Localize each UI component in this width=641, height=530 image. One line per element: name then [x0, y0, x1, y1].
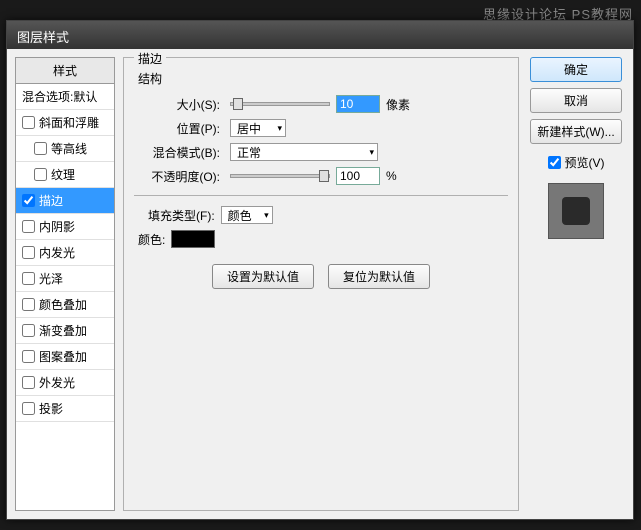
opacity-label: 不透明度(O):: [134, 168, 224, 185]
stroke-legend: 描边: [134, 50, 166, 67]
style-checkbox[interactable]: [22, 376, 35, 389]
style-checkbox[interactable]: [34, 168, 47, 181]
style-row-5[interactable]: 内发光: [16, 240, 114, 266]
style-row-7[interactable]: 颜色叠加: [16, 292, 114, 318]
dialog-title: 图层样式: [7, 21, 633, 49]
style-label: 等高线: [51, 140, 87, 157]
preview-box: [548, 183, 604, 239]
fill-type-label: 填充类型(F):: [138, 207, 215, 224]
ok-button[interactable]: 确定: [530, 57, 622, 82]
right-panel: 确定 取消 新建样式(W)... 预览(V): [527, 57, 625, 511]
style-label: 纹理: [51, 166, 75, 183]
style-row-8[interactable]: 渐变叠加: [16, 318, 114, 344]
preview-swatch: [562, 197, 590, 225]
reset-default-button[interactable]: 复位为默认值: [328, 264, 430, 289]
style-row-4[interactable]: 内阴影: [16, 214, 114, 240]
style-label: 斜面和浮雕: [39, 114, 99, 131]
style-checkbox[interactable]: [22, 402, 35, 415]
styles-list: 样式 混合选项:默认 斜面和浮雕等高线纹理描边内阴影内发光光泽颜色叠加渐变叠加图…: [15, 57, 115, 511]
blend-mode-select[interactable]: 正常: [230, 143, 378, 161]
cancel-button[interactable]: 取消: [530, 88, 622, 113]
size-slider[interactable]: [230, 102, 330, 106]
style-checkbox[interactable]: [22, 272, 35, 285]
style-label: 描边: [39, 192, 63, 209]
style-label: 投影: [39, 400, 63, 417]
opacity-slider[interactable]: [230, 174, 330, 178]
size-label: 大小(S):: [134, 96, 224, 113]
style-label: 图案叠加: [39, 348, 87, 365]
style-checkbox[interactable]: [22, 298, 35, 311]
layer-style-dialog: 图层样式 样式 混合选项:默认 斜面和浮雕等高线纹理描边内阴影内发光光泽颜色叠加…: [6, 20, 634, 520]
new-style-button[interactable]: 新建样式(W)...: [530, 119, 622, 144]
style-row-3[interactable]: 描边: [16, 188, 114, 214]
opacity-input[interactable]: [336, 167, 380, 185]
style-row-1[interactable]: 等高线: [16, 136, 114, 162]
fill-fieldset: 填充类型(F): 颜色 颜色:: [134, 195, 508, 258]
preview-label: 预览(V): [565, 154, 605, 171]
set-default-button[interactable]: 设置为默认值: [212, 264, 314, 289]
style-label: 渐变叠加: [39, 322, 87, 339]
style-row-2[interactable]: 纹理: [16, 162, 114, 188]
blending-options-row[interactable]: 混合选项:默认: [16, 84, 114, 110]
position-select[interactable]: 居中: [230, 119, 286, 137]
stroke-fieldset: 描边 结构 大小(S): 像素 位置(P): 居中 混合模式(: [123, 57, 519, 511]
style-label: 颜色叠加: [39, 296, 87, 313]
style-checkbox[interactable]: [22, 246, 35, 259]
main-panel: 描边 结构 大小(S): 像素 位置(P): 居中 混合模式(: [123, 57, 519, 511]
style-checkbox[interactable]: [22, 324, 35, 337]
structure-legend: 结构: [138, 70, 508, 87]
color-label: 颜色:: [138, 231, 165, 248]
style-checkbox[interactable]: [22, 220, 35, 233]
blend-mode-label: 混合模式(B):: [134, 144, 224, 161]
style-row-9[interactable]: 图案叠加: [16, 344, 114, 370]
style-row-6[interactable]: 光泽: [16, 266, 114, 292]
size-input[interactable]: [336, 95, 380, 113]
style-checkbox[interactable]: [34, 142, 47, 155]
position-label: 位置(P):: [134, 120, 224, 137]
fill-type-select[interactable]: 颜色: [221, 206, 273, 224]
style-label: 内发光: [39, 244, 75, 261]
preview-checkbox-row[interactable]: 预览(V): [548, 154, 605, 171]
size-unit: 像素: [386, 96, 410, 113]
styles-header[interactable]: 样式: [16, 58, 114, 84]
style-label: 内阴影: [39, 218, 75, 235]
opacity-unit: %: [386, 169, 397, 183]
style-checkbox[interactable]: [22, 194, 35, 207]
style-row-11[interactable]: 投影: [16, 396, 114, 422]
style-label: 外发光: [39, 374, 75, 391]
preview-checkbox[interactable]: [548, 156, 561, 169]
style-checkbox[interactable]: [22, 116, 35, 129]
style-label: 光泽: [39, 270, 63, 287]
color-swatch[interactable]: [171, 230, 215, 248]
style-checkbox[interactable]: [22, 350, 35, 363]
style-row-0[interactable]: 斜面和浮雕: [16, 110, 114, 136]
style-row-10[interactable]: 外发光: [16, 370, 114, 396]
